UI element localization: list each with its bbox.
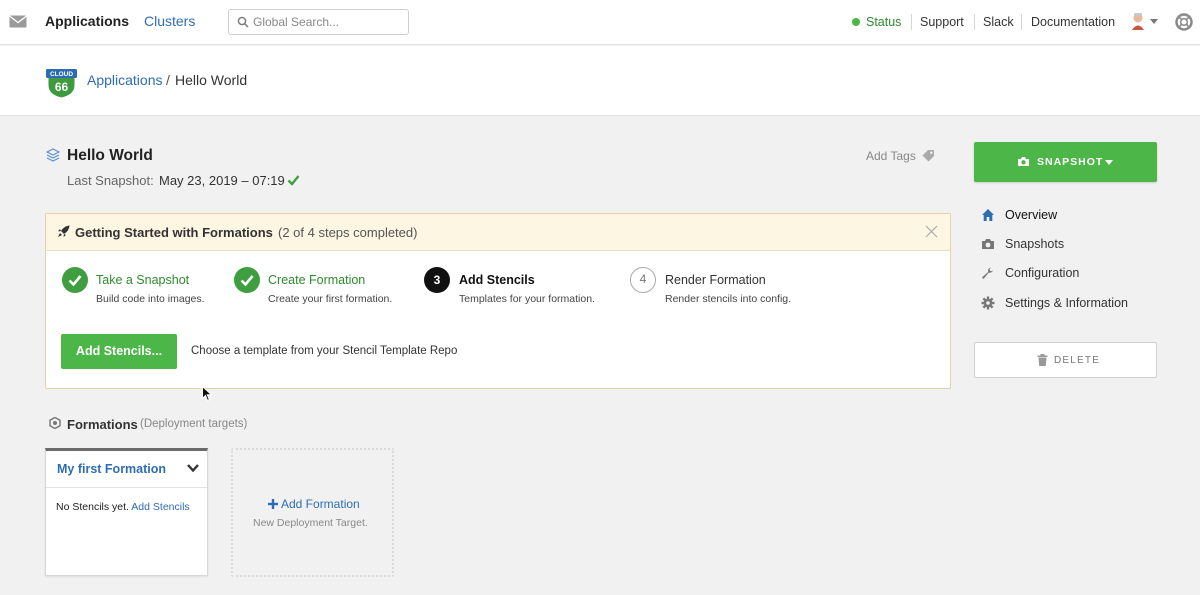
chevron-down-icon[interactable] xyxy=(187,463,199,473)
plus-icon xyxy=(268,499,278,509)
step-2-title[interactable]: Create Formation xyxy=(268,273,365,287)
formations-title: Formations xyxy=(67,417,138,432)
nav-clusters[interactable]: Clusters xyxy=(144,13,195,29)
avatar-caret-icon[interactable] xyxy=(1150,19,1158,24)
page-title: Hello World xyxy=(67,147,153,164)
top-navbar: Applications Clusters Global Search... S… xyxy=(0,0,1200,45)
breadcrumb-current: Hello World xyxy=(175,72,248,88)
sidebar-item-settings[interactable]: Settings & Information xyxy=(980,294,1157,312)
sidebar-item-overview[interactable]: Overview xyxy=(980,206,1157,224)
tag-icon[interactable] xyxy=(922,149,935,162)
step-2-description: Create your first formation. xyxy=(268,293,393,305)
breadcrumb-bar: CLOUD 66 Applications / Hello World xyxy=(0,46,1200,116)
snapshot-button-label: SNAPSHOT xyxy=(1037,156,1104,168)
sidebar-item-label: Configuration xyxy=(1005,266,1080,280)
home-icon xyxy=(982,209,994,221)
add-stencils-link[interactable]: Add Stencils xyxy=(131,501,189,513)
nav-divider xyxy=(911,14,912,30)
add-formation-label[interactable]: Add Formation xyxy=(281,497,360,511)
step-1-check-icon xyxy=(62,267,88,293)
nav-documentation[interactable]: Documentation xyxy=(1031,15,1115,29)
check-icon xyxy=(287,175,300,186)
sidebar-item-configuration[interactable]: Configuration xyxy=(980,264,1157,282)
status-dot-icon xyxy=(852,18,860,26)
gear-icon xyxy=(981,296,995,310)
nav-applications[interactable]: Applications xyxy=(45,13,129,29)
sidebar-item-snapshots[interactable]: Snapshots xyxy=(980,235,1157,253)
formation-card: My first Formation No Stencils yet. Add … xyxy=(45,448,208,576)
nav-slack[interactable]: Slack xyxy=(983,15,1014,29)
add-formation-subtitle: New Deployment Target. xyxy=(253,517,368,529)
search-placeholder: Global Search... xyxy=(253,15,340,29)
nav-divider xyxy=(974,14,975,30)
step-3-title[interactable]: Add Stencils xyxy=(459,273,535,287)
delete-button[interactable]: DELETE xyxy=(974,342,1157,378)
add-stencils-button[interactable]: Add Stencils... xyxy=(61,334,177,369)
snapshot-button[interactable]: SNAPSHOT xyxy=(974,142,1157,182)
formations-subtitle: (Deployment targets) xyxy=(140,418,248,430)
add-formation-card[interactable]: Add Formation New Deployment Target. xyxy=(231,448,394,577)
chevron-down-icon xyxy=(1105,160,1113,165)
close-icon[interactable] xyxy=(925,225,938,238)
rocket-icon xyxy=(58,225,70,237)
nav-status[interactable]: Status xyxy=(866,15,901,29)
step-3-number-badge: 3 xyxy=(424,267,450,293)
search-icon xyxy=(237,16,249,28)
global-search-input[interactable]: Global Search... xyxy=(228,9,409,35)
sidebar-item-label: Overview xyxy=(1005,208,1058,222)
camera-icon xyxy=(982,239,994,249)
help-icon[interactable] xyxy=(1175,13,1193,31)
step-4-title[interactable]: Render Formation xyxy=(665,273,766,287)
getting-started-header: Getting Started with Formations (2 of 4 … xyxy=(46,214,950,251)
step-3-description: Templates for your formation. xyxy=(459,293,595,305)
sidebar-item-label: Snapshots xyxy=(1005,237,1065,251)
step-1-title[interactable]: Take a Snapshot xyxy=(96,273,189,287)
mouse-cursor-icon xyxy=(202,386,212,402)
mail-icon[interactable] xyxy=(9,15,27,28)
add-tags-link[interactable]: Add Tags xyxy=(866,149,916,163)
cloud66-logo[interactable]: CLOUD 66 xyxy=(45,66,78,99)
breadcrumb-separator: / xyxy=(166,72,170,88)
nav-support[interactable]: Support xyxy=(920,15,964,29)
svg-text:66: 66 xyxy=(55,80,69,94)
step-2-check-icon xyxy=(234,267,260,293)
user-avatar[interactable] xyxy=(1131,12,1145,30)
formation-card-title[interactable]: My first Formation xyxy=(57,462,166,476)
breadcrumb-applications[interactable]: Applications xyxy=(87,72,163,88)
trash-icon xyxy=(1037,354,1048,366)
step-4-number-badge: 4 xyxy=(630,267,656,293)
step-1-description: Build code into images. xyxy=(96,293,205,305)
last-snapshot-label: Last Snapshot: xyxy=(67,173,154,188)
svg-text:CLOUD: CLOUD xyxy=(50,71,73,78)
formation-icon xyxy=(49,417,61,429)
getting-started-progress: (2 of 4 steps completed) xyxy=(278,225,418,240)
last-snapshot-value: May 23, 2019 – 07:19 xyxy=(159,173,285,188)
delete-button-label: DELETE xyxy=(1054,355,1101,366)
getting-started-panel: Getting Started with Formations (2 of 4 … xyxy=(45,213,951,389)
camera-icon xyxy=(1018,157,1029,166)
stencils-hint: Choose a template from your Stencil Temp… xyxy=(191,345,458,357)
step-4-description: Render stencils into config. xyxy=(665,293,792,305)
nav-divider xyxy=(1021,14,1022,30)
wrench-icon xyxy=(982,267,993,279)
sidebar-item-label: Settings & Information xyxy=(1005,296,1128,310)
formation-empty-text: No Stencils yet. xyxy=(56,501,129,513)
formation-card-header[interactable]: My first Formation xyxy=(46,451,207,488)
layers-icon xyxy=(46,148,60,162)
formation-card-body: No Stencils yet. Add Stencils xyxy=(56,499,196,515)
getting-started-title: Getting Started with Formations xyxy=(75,225,273,240)
